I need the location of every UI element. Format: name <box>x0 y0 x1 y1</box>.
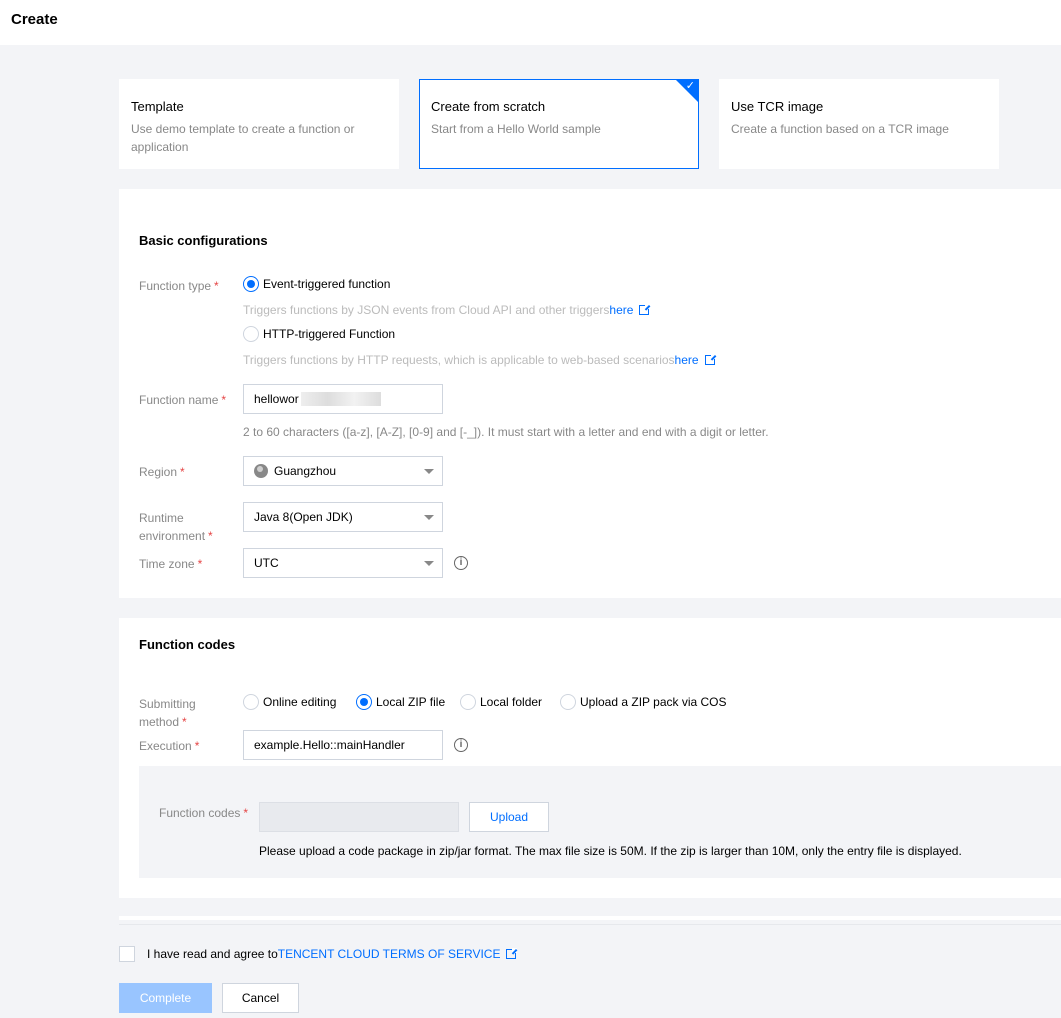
section-title: Function codes <box>139 637 236 652</box>
http-triggered-hint: Triggers functions by HTTP requests, whi… <box>243 353 716 367</box>
select-value: Guangzhou <box>274 464 337 478</box>
mode-card-title: Use TCR image <box>731 99 824 114</box>
region-label: Region * <box>139 465 185 479</box>
page-title: Create <box>11 11 58 28</box>
function-name-label: Function name * <box>139 393 227 407</box>
radio-label: Online editing <box>263 695 337 709</box>
radio-label: Event-triggered function <box>263 277 391 291</box>
radio-selected-icon <box>356 694 372 710</box>
basic-configurations-panel: Basic configurations Function type * Even… <box>119 189 1061 598</box>
radio-online-editing[interactable]: Online editing <box>243 694 336 710</box>
top-bar: Create <box>0 0 1061 45</box>
globe-icon <box>254 464 268 478</box>
region-select[interactable]: Guangzhou <box>243 456 443 486</box>
radio-label: Local folder <box>480 695 543 709</box>
mode-card-description: Start from a Hello World sample <box>431 122 601 136</box>
divider <box>119 924 1061 925</box>
mode-card-description: Create a function based on a TCR image <box>731 122 949 136</box>
here-link[interactable]: here <box>609 303 633 317</box>
mode-card-tcr-image[interactable]: Use TCR image Create a function based on… <box>719 79 999 169</box>
input-value: hellowor <box>254 392 299 406</box>
radio-label: Upload a ZIP pack via COS <box>580 695 727 709</box>
mode-card-description: Use demo template to create a function o… <box>131 122 355 154</box>
mode-card-title: Create from scratch <box>431 99 546 114</box>
check-icon: ✓ <box>685 80 695 92</box>
radio-unselected-icon <box>460 694 476 710</box>
external-link-icon <box>704 354 716 365</box>
radio-unselected-icon <box>243 326 259 342</box>
upload-note: Please upload a code package in zip/jar … <box>259 844 962 858</box>
radio-upload-cos[interactable]: Upload a ZIP pack via COS <box>560 694 727 710</box>
here-link[interactable]: here <box>675 353 699 367</box>
caret-down-icon <box>424 469 434 474</box>
radio-unselected-icon <box>243 694 259 710</box>
info-icon[interactable]: i <box>454 556 468 570</box>
mode-card-template[interactable]: Template Use demo template to create a f… <box>119 79 399 169</box>
external-link-icon <box>639 304 651 315</box>
function-type-label: Function type * <box>139 279 219 293</box>
mode-card-title: Template <box>131 99 184 114</box>
function-codes-label: Function codes * <box>159 806 249 820</box>
runtime-label: Runtime environment * <box>139 511 213 543</box>
file-path-field[interactable] <box>259 802 459 832</box>
terms-link[interactable]: TENCENT CLOUD TERMS OF SERVICE <box>278 947 501 961</box>
info-icon[interactable]: i <box>454 738 468 752</box>
function-name-input[interactable]: hellowor <box>243 384 443 414</box>
upload-area: Function codes * Upload Please upload a c… <box>139 766 1061 878</box>
mode-card-create-from-scratch[interactable]: ✓ Create from scratch Start from a Hello… <box>419 79 699 169</box>
function-name-hint: 2 to 60 characters ([a-z], [A-Z], [0-9] … <box>243 425 769 439</box>
timezone-select[interactable]: UTC <box>243 548 443 578</box>
complete-button[interactable]: Complete <box>119 983 212 1013</box>
execution-label: Execution * <box>139 739 200 753</box>
upload-button[interactable]: Upload <box>469 802 549 832</box>
execution-input[interactable]: example.Hello::mainHandler <box>243 730 443 760</box>
radio-event-triggered[interactable]: Event-triggered function <box>243 276 390 292</box>
section-title: Basic configurations <box>139 233 268 248</box>
cancel-button[interactable]: Cancel <box>222 983 299 1013</box>
runtime-select[interactable]: Java 8(Open JDK) <box>243 502 443 532</box>
radio-label: Local ZIP file <box>376 695 446 709</box>
caret-down-icon <box>424 515 434 520</box>
collapsed-panel <box>119 916 1061 920</box>
radio-selected-icon <box>243 276 259 292</box>
select-value: Java 8(Open JDK) <box>254 510 353 524</box>
agree-text: I have read and agree to <box>147 947 278 961</box>
event-triggered-hint: Triggers functions by JSON events from C… <box>243 303 651 317</box>
caret-down-icon <box>424 561 434 566</box>
function-codes-panel: Function codes Submitting method * Online … <box>119 618 1061 898</box>
radio-unselected-icon <box>560 694 576 710</box>
radio-local-folder[interactable]: Local folder <box>460 694 542 710</box>
timezone-label: Time zone * <box>139 557 203 571</box>
radio-label: HTTP-triggered Function <box>263 327 396 341</box>
submit-method-label: Submitting method * <box>139 697 196 729</box>
radio-local-zip[interactable]: Local ZIP file <box>356 694 445 710</box>
redacted-blur <box>300 392 381 406</box>
input-value: example.Hello::mainHandler <box>254 738 405 752</box>
select-value: UTC <box>254 556 279 570</box>
external-link-icon <box>506 948 518 959</box>
terms-checkbox[interactable] <box>119 946 135 962</box>
radio-http-triggered[interactable]: HTTP-triggered Function <box>243 326 395 342</box>
terms-agreement: I have read and agree to TENCENT CLOUD TE… <box>119 946 518 962</box>
